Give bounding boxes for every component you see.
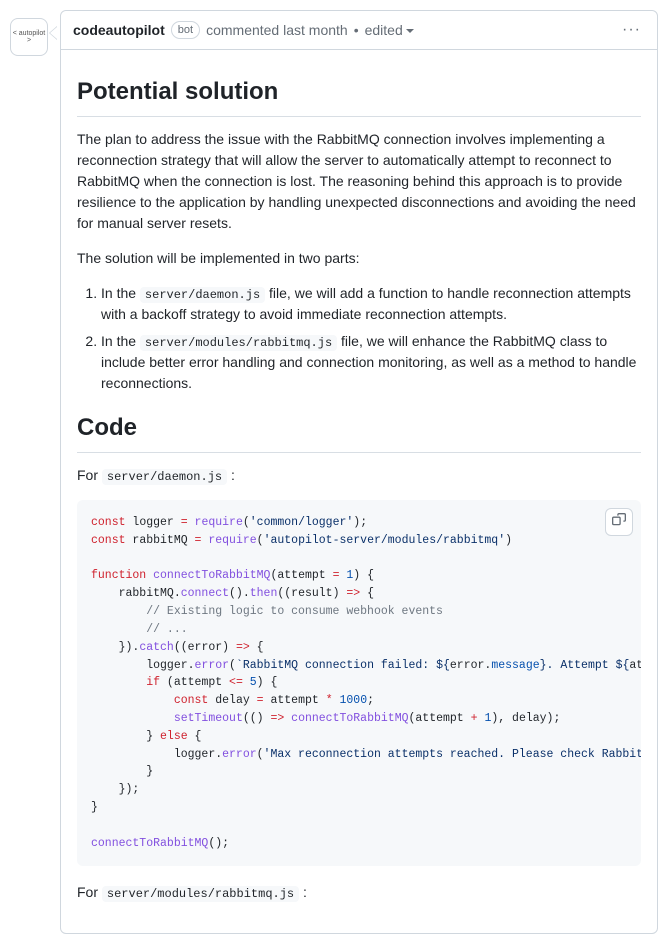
paragraph: The plan to address the issue with the R… bbox=[77, 129, 641, 234]
comment-body: Potential solution The plan to address t… bbox=[61, 50, 657, 933]
commented-timestamp[interactable]: commented last month bbox=[206, 20, 348, 41]
steps-list: In the server/daemon.js file, we will ad… bbox=[77, 283, 641, 394]
edited-dropdown[interactable]: edited bbox=[365, 20, 414, 41]
bullet: • bbox=[354, 20, 359, 41]
kebab-menu[interactable]: ··· bbox=[618, 18, 645, 42]
comment-caret bbox=[49, 26, 57, 40]
copy-icon bbox=[612, 512, 626, 533]
code-content: const logger = require('common/logger');… bbox=[91, 514, 627, 852]
paragraph: For server/modules/rabbitmq.js : bbox=[77, 882, 641, 903]
comment-container: codeautopilot bot commented last month •… bbox=[60, 10, 658, 934]
comment-header: codeautopilot bot commented last month •… bbox=[61, 11, 657, 50]
avatar[interactable]: < autopilot > bbox=[10, 18, 48, 56]
heading-code: Code bbox=[77, 410, 641, 453]
inline-code: server/modules/rabbitmq.js bbox=[140, 335, 337, 351]
paragraph: The solution will be implemented in two … bbox=[77, 248, 641, 269]
inline-code: server/modules/rabbitmq.js bbox=[102, 886, 299, 902]
inline-code: server/daemon.js bbox=[140, 287, 265, 303]
author-link[interactable]: codeautopilot bbox=[73, 20, 165, 41]
inline-code: server/daemon.js bbox=[102, 469, 227, 485]
copy-button[interactable] bbox=[605, 508, 633, 536]
chevron-down-icon bbox=[406, 29, 414, 33]
bot-badge: bot bbox=[171, 21, 200, 39]
paragraph: For server/daemon.js : bbox=[77, 465, 641, 486]
list-item: In the server/daemon.js file, we will ad… bbox=[101, 283, 641, 325]
code-block: const logger = require('common/logger');… bbox=[77, 500, 641, 866]
heading-potential-solution: Potential solution bbox=[77, 74, 641, 117]
list-item: In the server/modules/rabbitmq.js file, … bbox=[101, 331, 641, 394]
